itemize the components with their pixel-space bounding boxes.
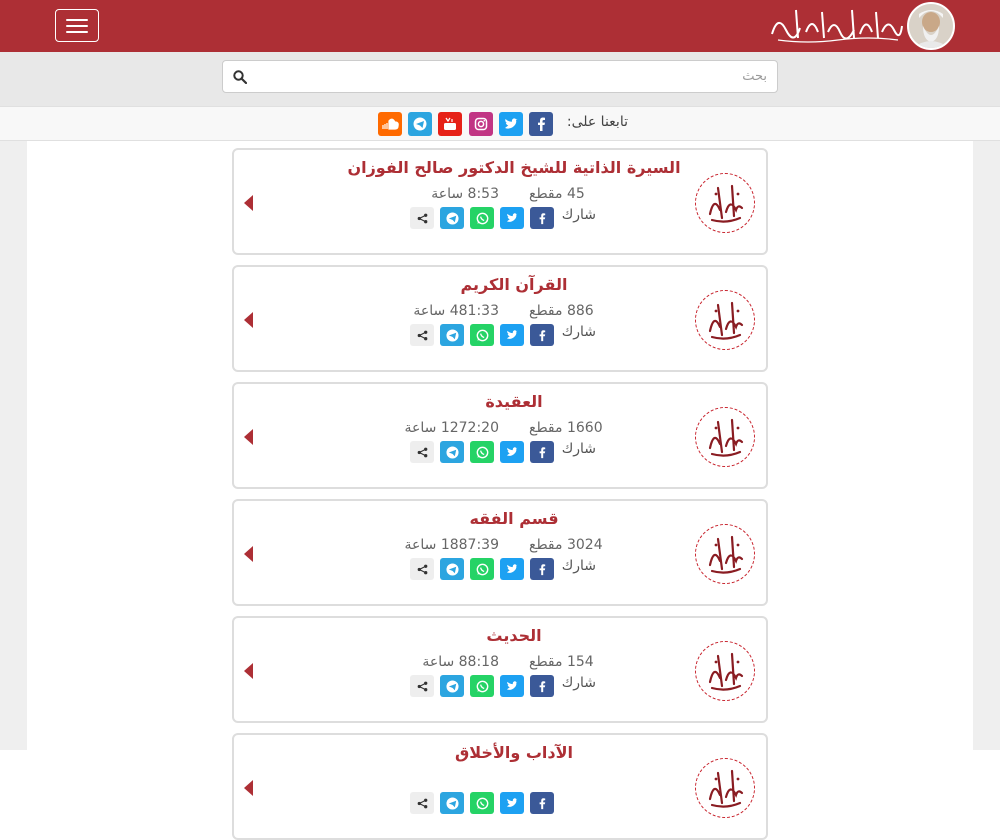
whatsapp-icon[interactable]	[470, 792, 494, 814]
category-card[interactable]: القرآن الكريم 886 مقطع 481:33 ساعة شارك	[232, 265, 768, 372]
facebook-icon[interactable]	[530, 792, 554, 814]
category-card[interactable]: قسم الفقه 3024 مقطع 1887:39 ساعة شارك	[232, 499, 768, 606]
facebook-icon[interactable]	[529, 112, 553, 136]
category-title[interactable]: السيرة الذاتية للشيخ الدكتور صالح الفوزا…	[304, 158, 724, 177]
caret-left-icon[interactable]	[244, 312, 253, 328]
whatsapp-icon[interactable]	[470, 675, 494, 697]
telegram-icon[interactable]	[440, 324, 464, 346]
category-card[interactable]: الآداب والأخلاق	[232, 733, 768, 840]
whatsapp-icon[interactable]	[470, 207, 494, 229]
category-title[interactable]: القرآن الكريم	[304, 275, 724, 294]
menu-bar-3	[66, 31, 88, 33]
telegram-icon[interactable]	[440, 441, 464, 463]
twitter-icon[interactable]	[500, 675, 524, 697]
fawzan-logo-icon	[695, 641, 755, 701]
share-icon[interactable]	[410, 207, 434, 229]
soundcloud-icon[interactable]	[378, 112, 402, 136]
category-title[interactable]: الآداب والأخلاق	[304, 743, 724, 762]
whatsapp-icon[interactable]	[470, 441, 494, 463]
whatsapp-icon[interactable]	[470, 324, 494, 346]
share-label: شارك	[561, 324, 596, 340]
search-bar	[0, 52, 1000, 106]
facebook-icon[interactable]	[530, 441, 554, 463]
share-label: شارك	[561, 675, 596, 691]
follow-us-label: تابعنا على:	[566, 114, 628, 130]
telegram-icon[interactable]	[440, 207, 464, 229]
share-label: شارك	[561, 558, 596, 574]
share-label: شارك	[561, 441, 596, 457]
caret-left-icon[interactable]	[244, 780, 253, 796]
share-icon[interactable]	[410, 324, 434, 346]
search-icon[interactable]	[233, 70, 247, 84]
total-duration: 88:18 ساعة	[422, 654, 499, 670]
clip-count: 886 مقطع	[529, 303, 594, 319]
total-duration: 1887:39 ساعة	[404, 537, 499, 553]
facebook-icon[interactable]	[530, 324, 554, 346]
telegram-icon[interactable]	[440, 792, 464, 814]
category-title[interactable]: العقيدة	[304, 392, 724, 411]
share-icon[interactable]	[410, 675, 434, 697]
social-links	[378, 112, 554, 136]
fawzan-calligraphy-icon[interactable]	[768, 4, 904, 46]
category-card[interactable]: السيرة الذاتية للشيخ الدكتور صالح الفوزا…	[232, 148, 768, 255]
category-card[interactable]: العقيدة 1660 مقطع 1272:20 ساعة شارك	[232, 382, 768, 489]
clip-count: 154 مقطع	[529, 654, 594, 670]
category-title[interactable]: الحديث	[304, 626, 724, 645]
search-input[interactable]	[251, 61, 767, 92]
clip-count: 45 مقطع	[529, 186, 585, 202]
total-duration: 1272:20 ساعة	[404, 420, 499, 436]
hamburger-menu-button[interactable]	[55, 9, 99, 42]
clip-count: 3024 مقطع	[529, 537, 603, 553]
twitter-icon[interactable]	[500, 207, 524, 229]
telegram-icon[interactable]	[440, 675, 464, 697]
share-icon[interactable]	[410, 792, 434, 814]
twitter-icon[interactable]	[499, 112, 523, 136]
telegram-icon[interactable]	[440, 558, 464, 580]
fawzan-logo-icon	[695, 524, 755, 584]
youtube-icon[interactable]	[438, 112, 462, 136]
fawzan-logo-icon	[695, 407, 755, 467]
facebook-icon[interactable]	[530, 207, 554, 229]
caret-left-icon[interactable]	[244, 663, 253, 679]
twitter-icon[interactable]	[500, 558, 524, 580]
caret-left-icon[interactable]	[244, 546, 253, 562]
top-navbar	[0, 0, 1000, 52]
share-icon[interactable]	[410, 441, 434, 463]
telegram-icon[interactable]	[408, 112, 432, 136]
twitter-icon[interactable]	[500, 324, 524, 346]
twitter-icon[interactable]	[500, 792, 524, 814]
sheikh-avatar-icon[interactable]	[907, 2, 955, 50]
follow-us-bar: تابعنا على:	[0, 106, 1000, 141]
facebook-icon[interactable]	[530, 675, 554, 697]
avatar-portrait	[909, 4, 953, 48]
facebook-icon[interactable]	[530, 558, 554, 580]
total-duration: 8:53 ساعة	[431, 186, 499, 202]
category-card[interactable]: الحديث 154 مقطع 88:18 ساعة شارك	[232, 616, 768, 723]
share-label: شارك	[561, 207, 596, 223]
instagram-icon[interactable]	[469, 112, 493, 136]
caret-left-icon[interactable]	[244, 195, 253, 211]
search-box	[222, 60, 778, 93]
whatsapp-icon[interactable]	[470, 558, 494, 580]
fawzan-logo-icon	[695, 290, 755, 350]
menu-bar-1	[66, 19, 88, 21]
twitter-icon[interactable]	[500, 441, 524, 463]
menu-bar-2	[66, 25, 88, 27]
total-duration: 481:33 ساعة	[413, 303, 499, 319]
clip-count: 1660 مقطع	[529, 420, 603, 436]
fawzan-logo-icon	[695, 758, 755, 818]
fawzan-logo-icon	[695, 173, 755, 233]
caret-left-icon[interactable]	[244, 429, 253, 445]
category-title[interactable]: قسم الفقه	[304, 509, 724, 528]
share-icon[interactable]	[410, 558, 434, 580]
